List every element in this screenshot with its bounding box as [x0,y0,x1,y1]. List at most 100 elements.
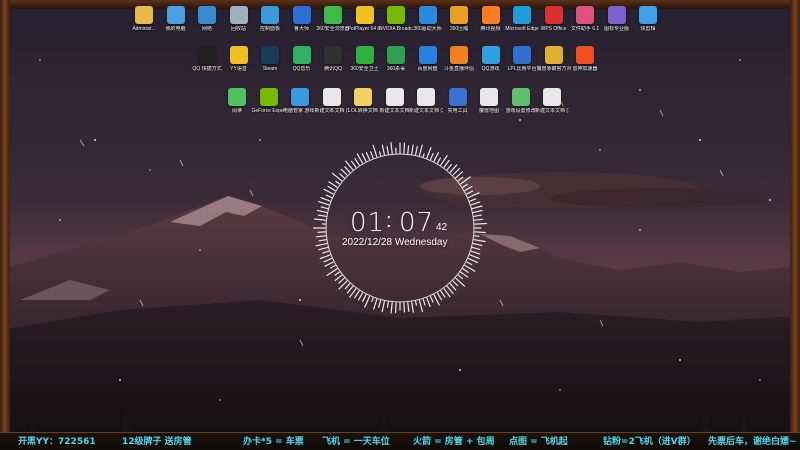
desktop-icon-folder[interactable]: LOL转换文档 [346,88,380,114]
visualizer-bar [317,214,327,217]
visualizer-bar [462,268,469,273]
desktop-icon-potplayer[interactable]: PotPlayer 64 bit [348,6,382,32]
visualizer-bar [361,153,367,162]
visualizer-bar [334,271,340,276]
clock-second: 42 [436,222,448,233]
text-file-icon [480,88,498,106]
pc-manager-icon [291,88,309,106]
desktop-icon-video-edit[interactable]: 快剪辑 [631,6,665,32]
desktop-icon-steam[interactable]: Steam [253,46,287,72]
visualizer-bar [313,218,326,221]
visualizer-bar [394,302,397,314]
desktop-icon-text-file[interactable]: 新建文本文档 [378,88,412,114]
desktop-icon-text-file[interactable]: 新建文本文档 (1) [535,88,569,114]
desktop-icon-security-360[interactable]: 360安全卫士 [348,46,382,72]
visualizer-bar [344,283,351,290]
desktop-icon-text-file[interactable]: 新建文本文档 (2) [315,88,349,114]
douyu-icon [450,46,468,64]
visualizer-bar [339,173,345,179]
desktop: Administ... 我的电脑 网络 回收站 控制面板 鲁大师 360安全浏览器 PotPl… [0,0,800,450]
desktop-icon-tencent-video[interactable]: 腾讯视频 [474,6,508,32]
desktop-icon-antivirus-360[interactable]: 360杀毒 [379,46,413,72]
desktop-icon-file-assistant[interactable]: 文件助手 6.1 [568,6,602,32]
desktop-icon-douyu[interactable]: 斗鱼直播伴侣 [442,46,476,72]
desktop-icon-qq[interactable]: QQ 快捷方式 [190,46,224,72]
visualizer-bar [474,231,486,234]
app-icon [607,6,626,24]
desktop-icon-lpl[interactable]: LPL比赛平台 [505,46,539,72]
desktop-icon-edge[interactable]: Microsoft Edge [505,6,539,32]
visualizer-bar [372,144,378,158]
visualizer-bar [466,261,473,266]
desktop-icon-warcraft[interactable]: 魔兽争霸官方对战平台 [537,46,571,72]
desktop-icon-document[interactable]: 游戏设置修改 [504,88,538,114]
visualizer-bar [414,145,418,156]
desktop-icon-driver-360[interactable]: 360驱动大师 [411,6,445,32]
visualizer-bar [418,299,424,313]
desktop-icon-browser-360[interactable]: 360安全浏览器 [316,6,350,32]
desktop-icon-qq-music[interactable]: QQ音乐 [285,46,319,72]
visualizer-bar [470,201,481,206]
desktop-icon-computer[interactable]: 我的电脑 [159,6,193,32]
browser-360-icon [324,6,342,24]
visualizer-bar [455,171,464,179]
visualizer-bar [443,159,450,168]
clock-separator: : [386,210,392,232]
visualizer-bar [320,206,329,210]
steam-icon [261,46,279,64]
visualizer-bar [319,254,331,260]
wallpaper-frame-right [790,0,800,432]
desktop-icon-baidu-pan[interactable]: 百度网盘 [411,46,445,72]
desktop-icon-geforce[interactable]: GeForce Experience [252,88,286,114]
desktop-icon-yy[interactable]: YY语音 [222,46,256,72]
clock-date: 2022/12/28 Wednesday [342,237,448,248]
visualizer-bar [390,302,393,314]
ticker-item-yy-channel: 开黑YY：722561 [18,437,96,447]
desktop-icon-label: 腾讯视频 [480,26,501,32]
desktop-icon-label: 新建文本文档 [379,108,410,114]
ticker-item-map-pick: 点图 = 飞机起 [509,437,568,447]
desktop-icon-user-folder[interactable]: Administ... [127,6,161,32]
desktop-icon-nvidia[interactable]: NVIDIA Broadcast [379,6,413,32]
desktop-icon-zip-360[interactable]: 360压缩 [442,6,476,32]
desktop-icon-ludashi[interactable]: 鲁大师 [285,6,319,32]
desktop-icon-label: 网络 [201,26,212,32]
visualizer-bar [471,246,481,251]
visualizer-bar [381,300,386,313]
stream-info-ticker: 开黑YY：722561 12级牌子 送房管 办卡*5 = 车票 飞机 = 一天车… [0,432,800,450]
text-file-icon [385,88,404,106]
visualizer-bar [323,257,333,263]
desktop-icon-document[interactable]: 阅读 [220,88,254,114]
desktop-icon-pc-manager[interactable]: 电脑管家 游戏平台 [283,88,317,114]
visualizer-bar [473,239,486,243]
desktop-icon-control-panel[interactable]: 控制面板 [253,6,287,32]
visualizer-bar [433,152,439,162]
desktop-icon-label: 魔兽争霸官方对战平台 [536,66,571,72]
desktop-icon-label: 新建文本文档 (2) [314,108,349,114]
desktop-icon-label: 魔兽地图 [478,108,499,114]
visualizer-bar [474,218,484,221]
desktop-icon-label: NVIDIA Broadcast [379,26,413,32]
visualizer-bar [449,283,457,291]
desktop-icon-tools[interactable]: 实用工具 [441,88,475,114]
desktop-icon-label: 斗鱼直播伴侣 [443,66,474,72]
visualizer-bar [467,257,478,264]
qq-icon [198,46,216,64]
visualizer-bar [429,295,434,303]
desktop-icon-app[interactable]: 图标专业版 [600,6,634,32]
desktop-icon-label: 电脑管家 游戏平台 [283,108,317,114]
desktop-icon-tencent-qq[interactable]: 腾讯QQ [316,46,350,72]
desktop-icon-label: QQ 快捷方式 [192,66,222,72]
clock-hour: 01 [350,208,386,238]
desktop-icon-qq-game[interactable]: QQ游戏 [474,46,508,72]
visualizer-bar [378,299,382,308]
desktop-icon-recycle-bin[interactable]: 回收站 [222,6,256,32]
desktop-icon-label: YY语音 [230,66,247,72]
desktop-icon-text-file[interactable]: 新建文本文档 (3) [409,88,443,114]
desktop-icon-network[interactable]: 网络 [190,6,224,32]
desktop-icon-accelerator[interactable]: 雷神加速器 [568,46,602,72]
desktop-icon-text-file[interactable]: 魔兽地图 [472,88,506,114]
ticker-item-diamond-fans: 钻粉=2飞机（进V群） [603,437,696,447]
desktop-icon-wps[interactable]: WPS Office [537,6,571,32]
visualizer-bar [470,250,481,255]
